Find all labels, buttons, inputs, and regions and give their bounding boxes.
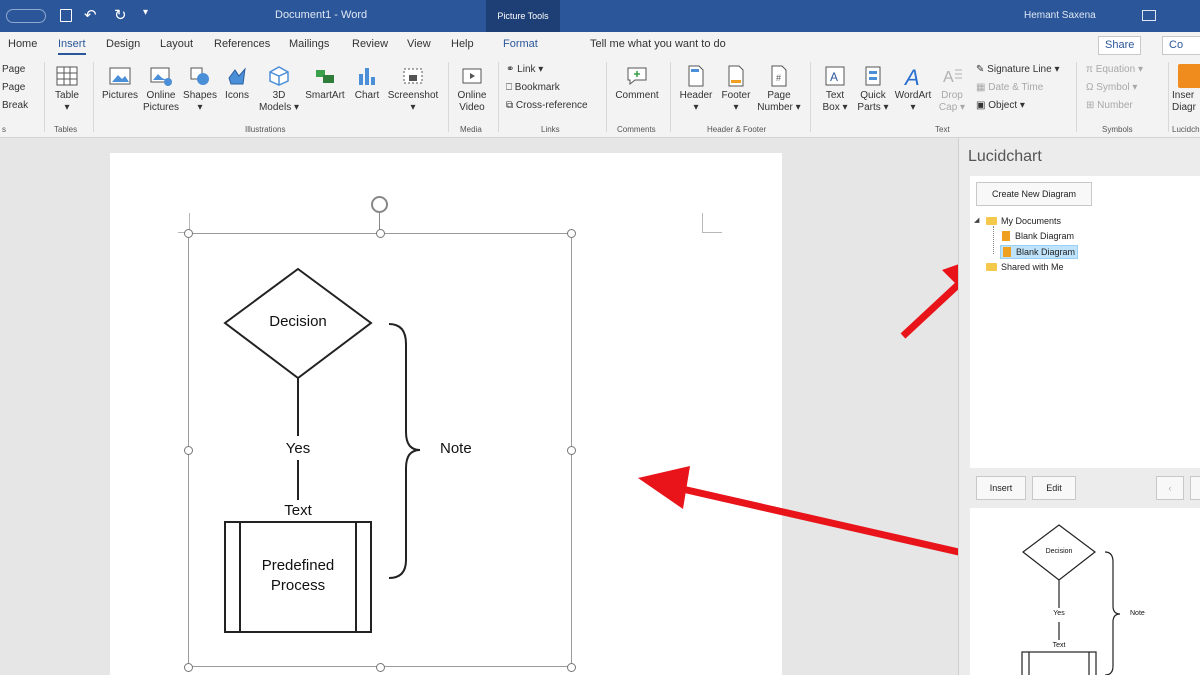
preview-note-brace bbox=[1104, 551, 1121, 675]
preview-text-label: Text bbox=[1052, 642, 1066, 649]
word-window: ↶ ↻ ▾ Document1 - Word Picture Tools Hem… bbox=[0, 0, 1200, 675]
preview-graphic bbox=[1021, 524, 1121, 675]
preview-decision-label: Decision bbox=[1045, 548, 1073, 555]
preview-process-shape bbox=[1021, 651, 1097, 675]
preview-yes-label: Yes bbox=[1053, 610, 1065, 617]
preview-note-label: Note bbox=[1130, 610, 1145, 617]
